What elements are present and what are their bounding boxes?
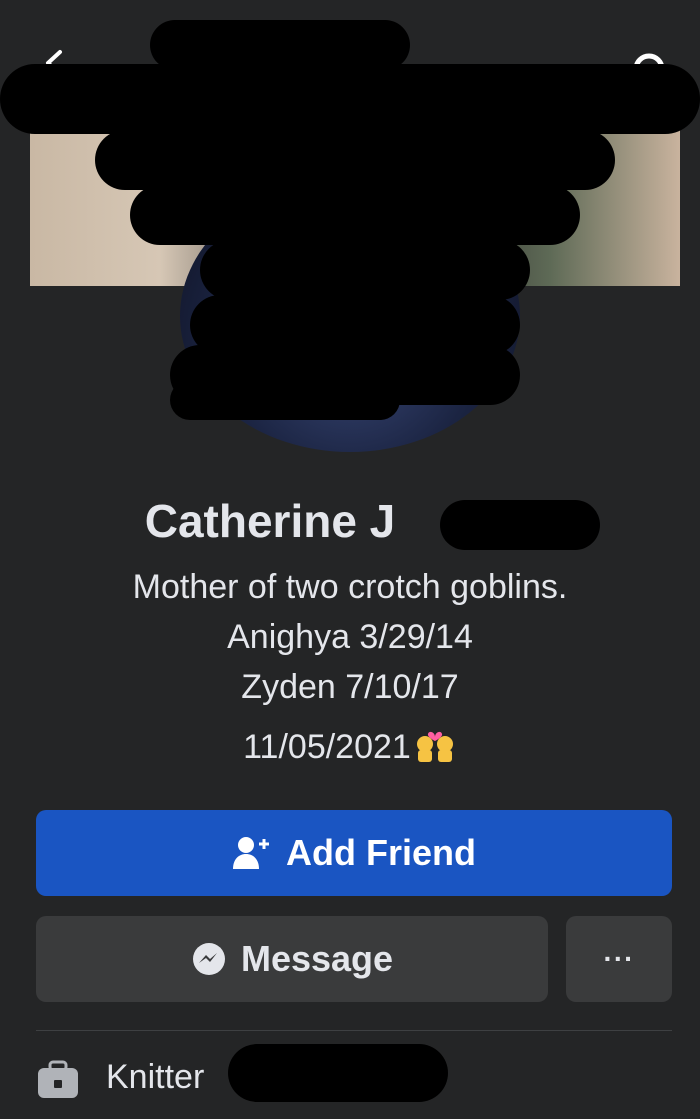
add-friend-label: Add Friend: [286, 832, 476, 873]
profile-name-text: Catherine J: [144, 495, 396, 547]
profile-name: Catherine J: [0, 494, 700, 548]
bio-line-2: Anighya 3/29/14: [227, 618, 473, 656]
bio-line-3: Zyden 7/10/17: [241, 668, 459, 706]
add-friend-button[interactable]: Add Friend: [36, 810, 672, 896]
bio-line-4: 11/05/2021: [0, 724, 700, 767]
message-button[interactable]: Message: [36, 916, 548, 1002]
divider: [36, 1030, 672, 1031]
people-with-heart-icon: [416, 731, 453, 762]
messenger-icon: [191, 941, 227, 977]
add-friend-icon: [232, 835, 272, 871]
briefcase-icon: [38, 1060, 78, 1098]
bio-line-1: Mother of two crotch goblins.: [132, 568, 568, 606]
bio-date: 11/05/2021: [243, 728, 411, 766]
more-options-button[interactable]: ···: [566, 916, 672, 1002]
work-label: Knitter: [106, 1058, 205, 1096]
message-label: Message: [240, 938, 394, 979]
more-options-label: ···: [603, 943, 635, 974]
